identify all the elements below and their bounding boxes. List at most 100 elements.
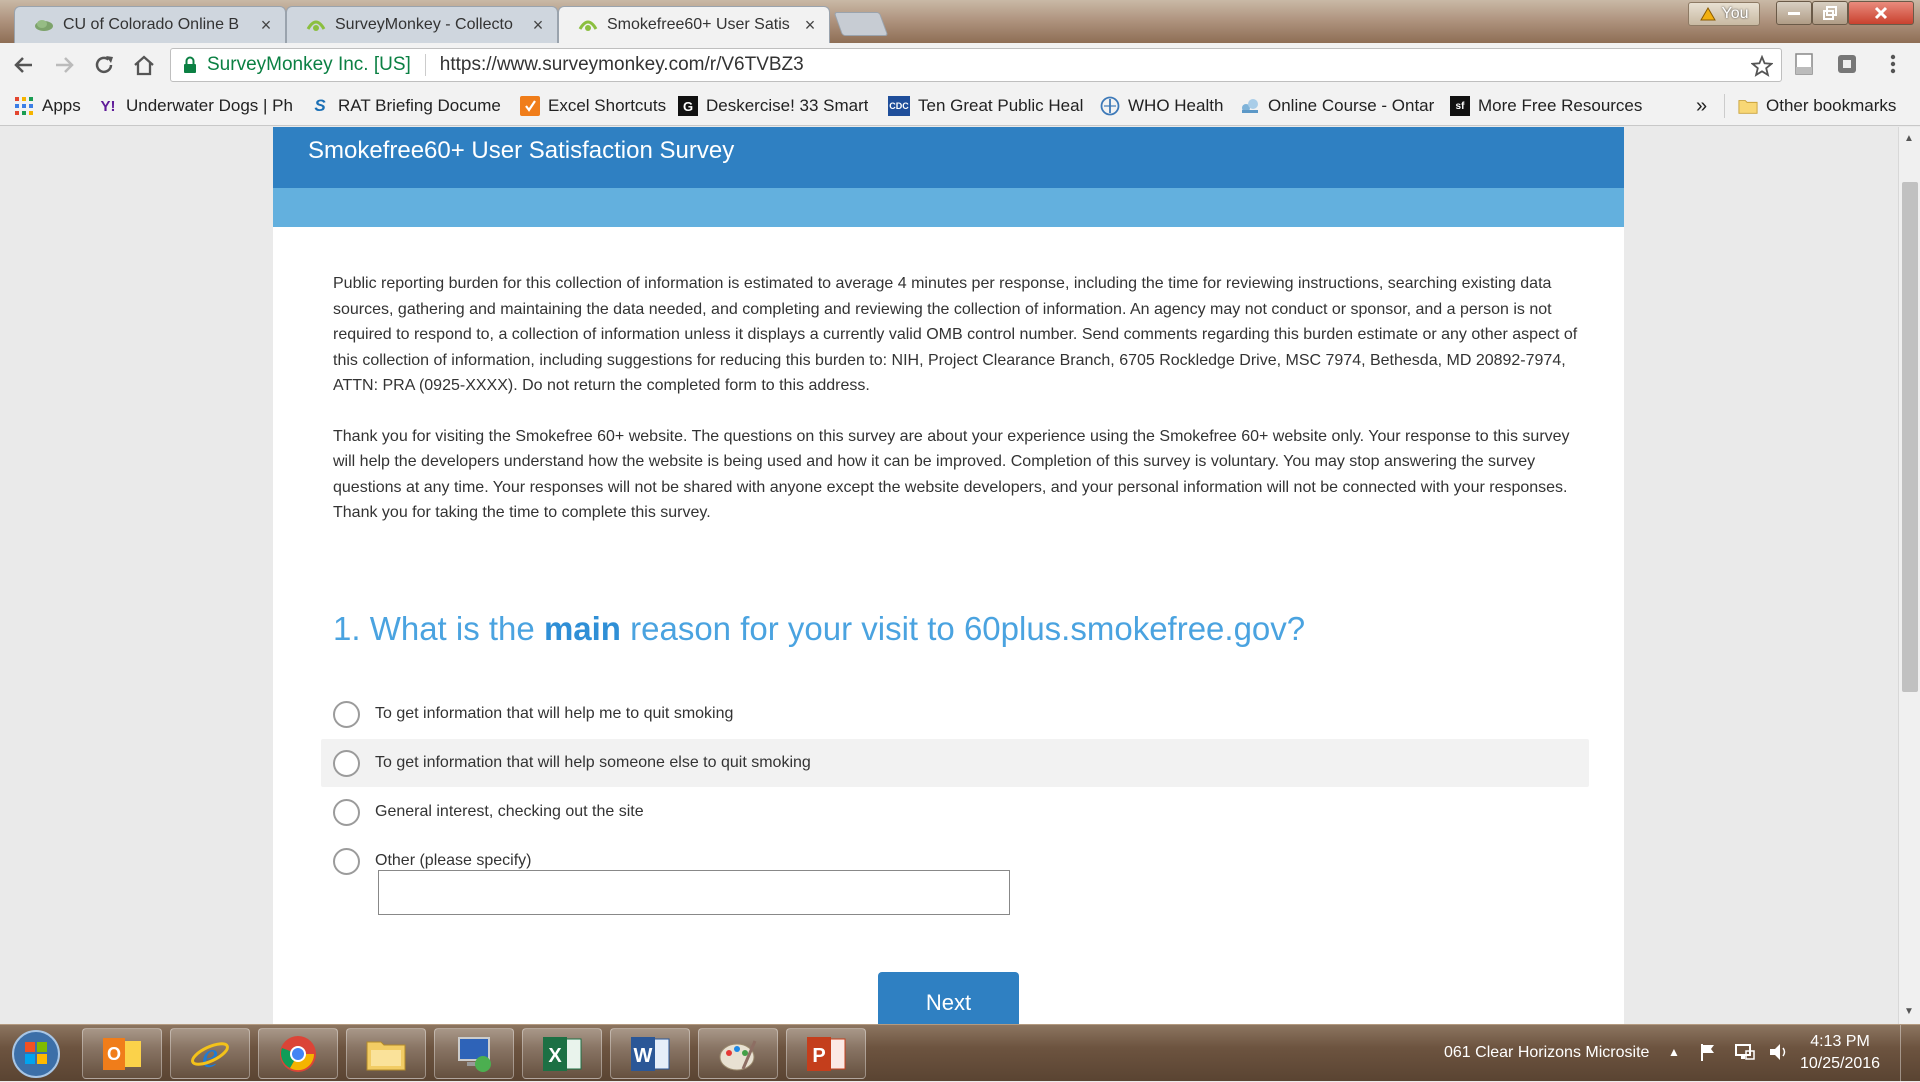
tab-title: SurveyMonkey - Collecto (335, 16, 513, 33)
show-desktop-button[interactable] (1900, 1025, 1920, 1082)
other-bookmarks-folder[interactable]: Other bookmarks (1738, 95, 1914, 117)
svg-text:W: W (634, 1045, 653, 1067)
page-viewport: Smokefree60+ User Satisfaction Survey Pu… (0, 127, 1898, 1024)
scroll-down-icon[interactable]: ▼ (1904, 1006, 1914, 1017)
taskbar-word[interactable]: W (610, 1028, 690, 1079)
close-icon (1874, 6, 1888, 20)
tab-surveymonkey-collector[interactable]: SurveyMonkey - Collecto × (286, 6, 558, 43)
question-suffix: reason for your visit to 60plus.smokefre… (620, 610, 1306, 647)
taskbar-internet-explorer[interactable]: e (170, 1028, 250, 1079)
back-button[interactable] (10, 51, 38, 79)
network-icon[interactable] (1734, 1042, 1756, 1062)
radio-button[interactable] (333, 847, 360, 875)
bookmark-public-health[interactable]: CDC Ten Great Public Heal (888, 95, 1084, 117)
tab-close-icon[interactable]: × (257, 15, 275, 36)
bookmark-underwater-dogs[interactable]: Y! Underwater Dogs | Ph (98, 95, 298, 117)
internet-explorer-icon: e (191, 1035, 229, 1074)
question-prefix: 1. What is the (333, 610, 544, 647)
home-button[interactable] (130, 51, 158, 79)
bookmark-deskercise[interactable]: G Deskercise! 33 Smart (678, 95, 868, 117)
scroll-up-icon[interactable]: ▲ (1904, 133, 1914, 144)
cloud-favicon-icon (33, 14, 55, 36)
back-arrow-icon (14, 57, 32, 73)
window-user-badge[interactable]: You (1688, 2, 1760, 26)
bookmark-online-course[interactable]: Online Course - Ontar (1240, 95, 1434, 117)
forward-button[interactable] (50, 51, 78, 79)
radio-button[interactable] (333, 749, 360, 777)
start-button[interactable] (6, 1028, 66, 1080)
chrome-icon (280, 1035, 316, 1072)
taskbar-powerpoint[interactable]: P (786, 1028, 866, 1079)
bookmark-label: Deskercise! 33 Smart (706, 96, 868, 115)
tab-title: CU of Colorado Online B (63, 16, 240, 33)
address-bar[interactable]: SurveyMonkey Inc. [US] https://www.surve… (170, 48, 1782, 82)
next-button[interactable]: Next (878, 972, 1019, 1024)
other-specify-input[interactable] (378, 870, 1010, 915)
bookmark-star-icon[interactable] (1751, 55, 1773, 77)
system-clock[interactable]: 4:13 PM 10/25/2016 (1790, 1031, 1890, 1075)
tray-expand-icon[interactable]: ▲ (1668, 1045, 1680, 1059)
bookmark-g-icon: G (678, 96, 698, 116)
close-window-button[interactable] (1848, 1, 1914, 25)
forward-arrow-icon (56, 57, 74, 73)
svg-text:O: O (107, 1044, 121, 1064)
outlook-icon: O (103, 1037, 141, 1070)
taskbar-file-explorer[interactable] (346, 1028, 426, 1079)
bookmark-who-health[interactable]: WHO Health (1100, 95, 1232, 117)
tab-cu-colorado[interactable]: CU of Colorado Online B × (14, 6, 286, 43)
apps-grid-icon (14, 96, 34, 116)
radio-button[interactable] (333, 700, 360, 728)
reload-button[interactable] (90, 51, 118, 79)
svg-text:e: e (202, 1035, 218, 1074)
lock-icon (184, 56, 196, 73)
windows-start-icon (12, 1030, 60, 1078)
bookmark-label: Excel Shortcuts (548, 96, 667, 115)
tab-close-icon[interactable]: × (801, 15, 819, 36)
browser-tab-strip: CU of Colorado Online B × SurveyMonkey -… (0, 0, 1920, 43)
taskbar-outlook[interactable]: O (82, 1028, 162, 1079)
taskbar-excel[interactable]: X (522, 1028, 602, 1079)
surveymonkey-favicon-icon (577, 14, 599, 36)
question-emphasis: main (543, 610, 621, 647)
svg-text:P: P (812, 1045, 825, 1067)
survey-title: Smokefree60+ User Satisfaction Survey (308, 137, 735, 164)
taskbar-chrome[interactable] (258, 1028, 338, 1079)
surveymonkey-favicon-icon (305, 14, 327, 36)
warning-icon (1699, 7, 1716, 21)
extension-icon[interactable] (1836, 52, 1858, 76)
file-explorer-icon (366, 1041, 406, 1070)
who-icon (1100, 96, 1120, 116)
menu-kebab-icon[interactable] (1888, 52, 1898, 76)
restore-button[interactable] (1812, 1, 1848, 25)
answer-option[interactable]: General interest, checking out the site (321, 788, 1589, 836)
taskbar-paint[interactable] (698, 1028, 778, 1079)
bookmark-apps[interactable]: Apps (14, 95, 88, 117)
answer-label: To get information that will help someon… (375, 754, 811, 771)
url-text[interactable]: https://www.surveymonkey.com/r/V6TVBZ3 (440, 54, 804, 76)
scroll-thumb[interactable] (1902, 182, 1918, 692)
powerpoint-icon: P (807, 1036, 846, 1071)
answer-label: Other (please specify) (375, 852, 532, 869)
bookmark-excel-shortcuts[interactable]: Excel Shortcuts (520, 95, 670, 117)
bookmark-more-free-resources[interactable]: sf More Free Resources (1450, 95, 1646, 117)
survey-progress-bar (273, 188, 1624, 227)
new-tab-button[interactable] (833, 12, 889, 36)
taskbar-remote-desktop[interactable] (434, 1028, 514, 1079)
tray-toolbar-label[interactable]: 061 Clear Horizons Microsite (1444, 1044, 1649, 1062)
clock-date: 10/25/2016 (1799, 1055, 1881, 1072)
answer-option[interactable]: To get information that will help me to … (321, 690, 1589, 738)
bookmark-label: Apps (42, 96, 81, 115)
answer-option[interactable]: To get information that will help someon… (321, 739, 1589, 787)
radio-button[interactable] (333, 798, 360, 826)
tab-smokefree-survey[interactable]: Smokefree60+ User Satis × (558, 6, 830, 43)
bookmarks-overflow-button[interactable]: » (1696, 95, 1716, 117)
bookmark-rat-briefing[interactable]: S RAT Briefing Documer (310, 95, 502, 117)
minimize-button[interactable] (1776, 1, 1812, 25)
tab-close-icon[interactable]: × (529, 15, 547, 36)
page-scrollbar[interactable]: ▲ ▼ (1898, 127, 1920, 1024)
action-center-flag-icon[interactable] (1698, 1042, 1718, 1062)
volume-icon[interactable] (1768, 1042, 1790, 1062)
page-extension-icon[interactable] (1793, 52, 1815, 76)
answer-label: General interest, checking out the site (375, 803, 644, 820)
answer-label: To get information that will help me to … (375, 705, 734, 722)
